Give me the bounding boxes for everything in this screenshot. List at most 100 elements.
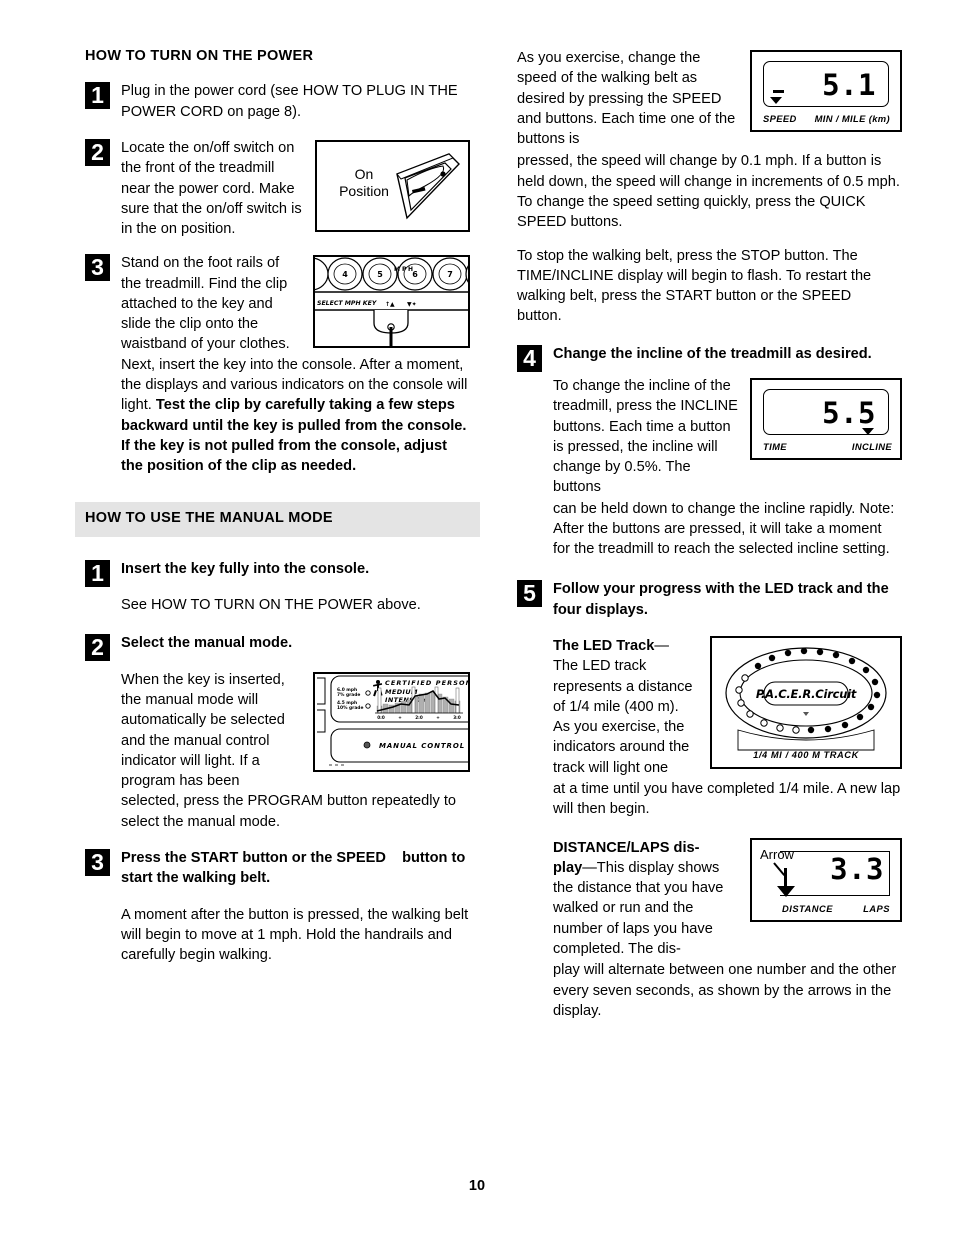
step-heading-text: Press the START button or the SPEED butt… [121, 849, 466, 887]
speed-intro-block: 5.1 SPEED MIN / MILE (km) As you exercis… [517, 48, 902, 149]
svg-text:P: P [402, 266, 407, 273]
incline-block: 5.5 TIME INCLINE To change the incline o… [517, 376, 902, 498]
svg-text:5: 5 [377, 270, 383, 279]
left-column: HOW TO TURN ON THE POWER 1 Plug in the p… [75, 48, 480, 965]
switch-caption-line2: Position [339, 183, 389, 200]
svg-text:6: 6 [412, 270, 418, 279]
step-number-badge: 5 [517, 580, 542, 608]
distance-laps-lead-2: play [553, 859, 583, 876]
program-profile-illustration: CERTIFIED PERSONAL MEDIUM INTENSITY 6.0 … [317, 675, 468, 766]
incline-paragraph-b: can be held down to change the incline r… [553, 500, 895, 558]
stop-restart-paragraph: To stop the walking belt, press the STOP… [517, 247, 872, 325]
step-number-badge: 2 [85, 634, 110, 662]
svg-text:MANUAL CONTROL: MANUAL CONTROL [379, 742, 465, 750]
led-track-caption: 1/4 MI / 400 M TRACK [753, 750, 859, 761]
step-number-badge: 4 [517, 344, 542, 372]
distance-display-labels: DISTANCE LAPS [782, 903, 890, 914]
step-text-bold: Test the clip by carefully taking a few … [121, 397, 467, 475]
step-heading-text: Select the manual mode. [121, 635, 293, 652]
svg-text:10% grade: 10% grade [337, 705, 363, 711]
step-text: Locate the on/off switch on the front of… [121, 139, 302, 238]
led-track-figure: P.A.C.E.R.Circuit 1/4 MI / 400 M TRACK [710, 636, 902, 770]
led-track-block: P.A.C.E.R.Circuit 1/4 MI / 400 M TRACK T… [553, 636, 902, 778]
speed-indicator-arrow [770, 97, 782, 104]
step-text-block: Follow your progress with the LED track … [553, 579, 902, 620]
console-key-figure: 4 5 6 7 M P H SELECT MPH KEY ↑▲ ▼✦ [313, 255, 470, 349]
switch-caption-line1: On [354, 165, 374, 182]
incline-label-right: INCLINE [851, 440, 892, 452]
step-heading-text: Change the incline of the treadmill as d… [553, 345, 872, 362]
power-step-2: 2 On Position Locate the on/off switch o… [85, 138, 470, 239]
svg-text:+: + [398, 715, 402, 720]
led-track-paragraph-b: at a time until you have completed 1/4 m… [553, 781, 901, 818]
svg-text:3:0: 3:0 [453, 715, 461, 720]
step-body-text: See HOW TO TURN ON THE POWER above. [121, 597, 421, 614]
manual-step-2: 2 Select the manual mode. CERTIFIED PERS… [85, 633, 470, 832]
speed-label-right: MIN / MILE (km) [814, 113, 890, 124]
step-text-block: On Position Locate the on/off switch on … [121, 138, 470, 239]
led-track-body-a: The LED track represents a distance of 1… [553, 658, 693, 776]
heading-how-to-use-manual-mode: HOW TO USE THE MANUAL MODE [75, 502, 480, 537]
incline-display-figure: 5.5 TIME INCLINE [750, 377, 902, 460]
svg-text:CERTIFIED PERSONAL: CERTIFIED PERSONAL [385, 679, 468, 687]
manual-step-3: 3 Press the START button or the SPEED bu… [85, 848, 470, 965]
svg-text:7: 7 [447, 270, 453, 279]
svg-text:+: + [436, 715, 440, 720]
svg-text:H: H [408, 266, 413, 273]
svg-text:▼✦: ▼✦ [407, 301, 417, 308]
manual-step-1: 1 Insert the key fully into the console.… [85, 559, 470, 616]
step-number-badge: 2 [85, 138, 110, 166]
svg-text:0:0: 0:0 [377, 715, 385, 720]
distance-laps-display-figure: Arrow 3.3 DISTANCE LAPS [750, 837, 902, 922]
step-number-badge: 1 [85, 82, 110, 110]
console-quick-speed-illustration: 4 5 6 7 M P H SELECT MPH KEY ↑▲ ▼✦ [315, 257, 468, 347]
step-number-badge: 1 [85, 559, 110, 587]
incline-indicator-arrow [862, 427, 874, 435]
svg-text:7% grade: 7% grade [337, 692, 360, 698]
speed-display-labels: SPEED MIN / MILE (km) [763, 113, 892, 124]
power-step-1: 1 Plug in the power cord (see HOW TO PLU… [85, 81, 470, 122]
led-track-illustration: P.A.C.E.R.Circuit [725, 647, 887, 751]
right-step-5: 5 Follow your progress with the LED trac… [517, 579, 902, 620]
arrow-callout-label: Arrow [760, 846, 794, 862]
page-number: 10 [468, 1178, 486, 1194]
speed-label-left: SPEED [763, 113, 797, 124]
step-text-block: Press the START button or the SPEED butt… [121, 848, 470, 965]
step-number-badge: 3 [85, 848, 110, 876]
led-track-dash: — [654, 638, 669, 655]
led-track-lead: The LED Track [553, 638, 655, 655]
svg-text:2:0: 2:0 [415, 715, 423, 720]
distance-arrow-head-icon [777, 885, 795, 897]
distance-label-left: DISTANCE [782, 902, 833, 914]
incline-label-left: TIME [763, 440, 787, 452]
right-column: 5.1 SPEED MIN / MILE (km) As you exercis… [517, 48, 902, 1034]
heading-how-to-turn-on-power: HOW TO TURN ON THE POWER [85, 48, 314, 64]
step-heading-text: Follow your progress with the LED track … [553, 581, 889, 618]
step-heading-text: Insert the key fully into the console. [121, 560, 370, 577]
svg-text:4: 4 [342, 270, 348, 279]
speed-paragraph-continued: pressed, the speed will change by 0.1 mp… [517, 153, 900, 231]
step-text-block: Insert the key fully into the console. S… [121, 559, 470, 616]
manual-control-panel-figure: CERTIFIED PERSONAL MEDIUM INTENSITY 6.0 … [313, 671, 470, 772]
speed-display-value: 5.1 [822, 68, 876, 102]
pacer-brand-text: P.A.C.E.R.Circuit [756, 687, 857, 701]
svg-text:SELECT MPH KEY: SELECT MPH KEY [317, 300, 377, 307]
rocker-switch-icon [396, 153, 460, 220]
step-text-block: 4 5 6 7 M P H SELECT MPH KEY ↑▲ ▼✦ Stand… [121, 253, 470, 476]
distance-label-right: LAPS [863, 902, 890, 914]
distance-display-value: 3.3 [830, 851, 884, 886]
step-number-badge: 3 [85, 254, 110, 282]
power-step-3: 3 4 5 6 7 M P H SELECT MPH KEY ↑▲ ▼✦ Sta… [85, 253, 470, 476]
speed-display-figure: 5.1 SPEED MIN / MILE (km) [750, 50, 902, 132]
step-text-block: Select the manual mode. CERTIFIED PERSO … [121, 633, 470, 832]
document-page: HOW TO TURN ON THE POWER 1 Plug in the p… [0, 0, 954, 1235]
svg-text:M: M [394, 266, 400, 273]
right-step-4: 4 Change the incline of the treadmill as… [517, 344, 902, 372]
speed-indicator-dash [773, 90, 784, 93]
step-text: Plug in the power cord (see HOW TO PLUG … [121, 83, 458, 120]
distance-laps-dash: — [582, 859, 597, 876]
speed-lcd-screen: 5.1 [763, 61, 889, 107]
step-text-block: Change the incline of the treadmill as d… [553, 344, 902, 364]
incline-display-value: 5.5 [822, 395, 876, 430]
incline-display-labels: TIME INCLINE [763, 441, 892, 452]
